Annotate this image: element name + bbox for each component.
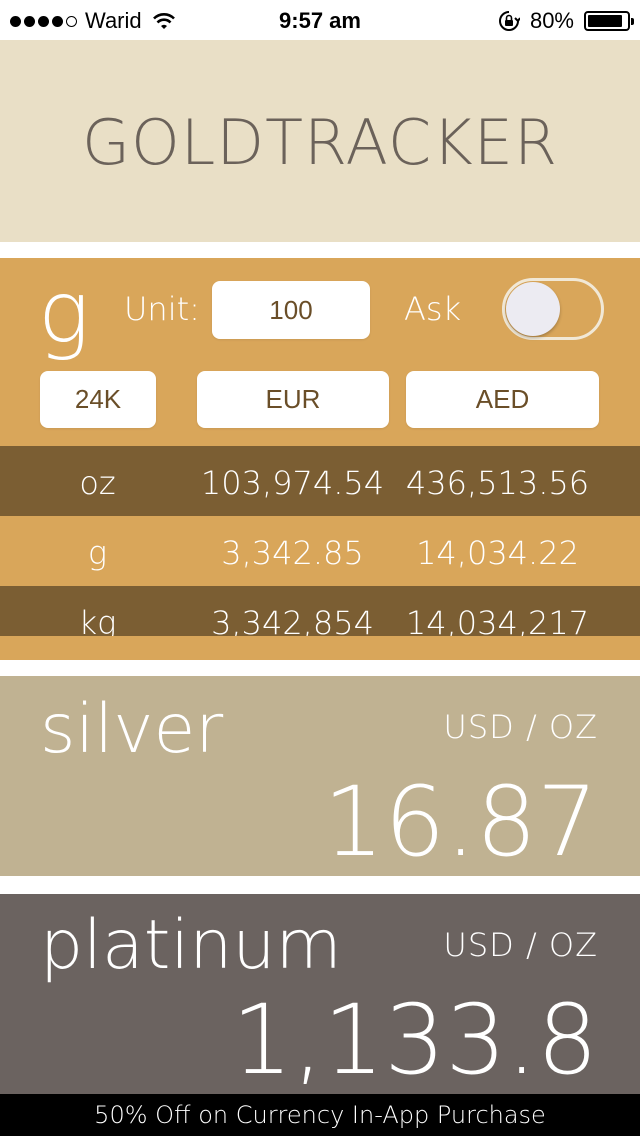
unit-label: Unit: — [124, 290, 200, 328]
gold-row-kg: kg 3,342,854 14,034,217 — [0, 586, 640, 636]
currency2-button[interactable]: AED — [406, 371, 599, 428]
status-bar: Warid 9:57 am 80% — [0, 0, 640, 40]
app-header: GOLDTRACKER — [0, 40, 640, 242]
row-unit: oz — [79, 464, 116, 502]
app-title: GOLDTRACKER — [81, 106, 559, 179]
currency1-button[interactable]: EUR — [197, 371, 389, 428]
platinum-name: platinum — [40, 906, 342, 985]
rotation-lock-icon — [498, 11, 520, 31]
silver-name: silver — [40, 690, 224, 769]
karat-button[interactable]: 24K — [40, 371, 156, 428]
unit-value-field[interactable]: 100 — [212, 281, 370, 339]
ask-label: Ask — [404, 290, 462, 328]
row-value1: 3,342,854 — [211, 604, 374, 636]
row-value1: 103,974.54 — [200, 464, 385, 502]
silver-unit: USD / OZ — [443, 708, 598, 746]
status-right: 80% — [498, 8, 634, 34]
row-unit: kg — [78, 604, 117, 636]
row-value2: 14,034.22 — [416, 534, 579, 572]
platinum-price: 1,133.8 — [231, 984, 598, 1096]
promo-banner[interactable]: 50% Off on Currency In-App Purchase — [0, 1094, 640, 1136]
row-value2: 14,034,217 — [405, 604, 590, 636]
row-unit: g — [87, 534, 108, 572]
battery-percent: 80% — [529, 8, 574, 33]
ask-toggle[interactable] — [502, 278, 604, 340]
toggle-knob — [506, 282, 560, 336]
row-value2: 436,513.56 — [405, 464, 590, 502]
gold-row-oz: oz 103,974.54 436,513.56 — [0, 446, 640, 516]
battery-icon — [584, 11, 634, 31]
row-value1: 3,342.85 — [221, 534, 364, 572]
gold-row-g: g 3,342.85 14,034.22 — [0, 516, 640, 586]
unit-symbol: g — [38, 263, 90, 363]
platinum-panel[interactable]: platinum USD / OZ 1,133.8 — [0, 894, 640, 1094]
silver-panel[interactable]: silver USD / OZ 16.87 — [0, 676, 640, 876]
silver-price: 16.87 — [323, 766, 598, 878]
platinum-unit: USD / OZ — [443, 926, 598, 964]
